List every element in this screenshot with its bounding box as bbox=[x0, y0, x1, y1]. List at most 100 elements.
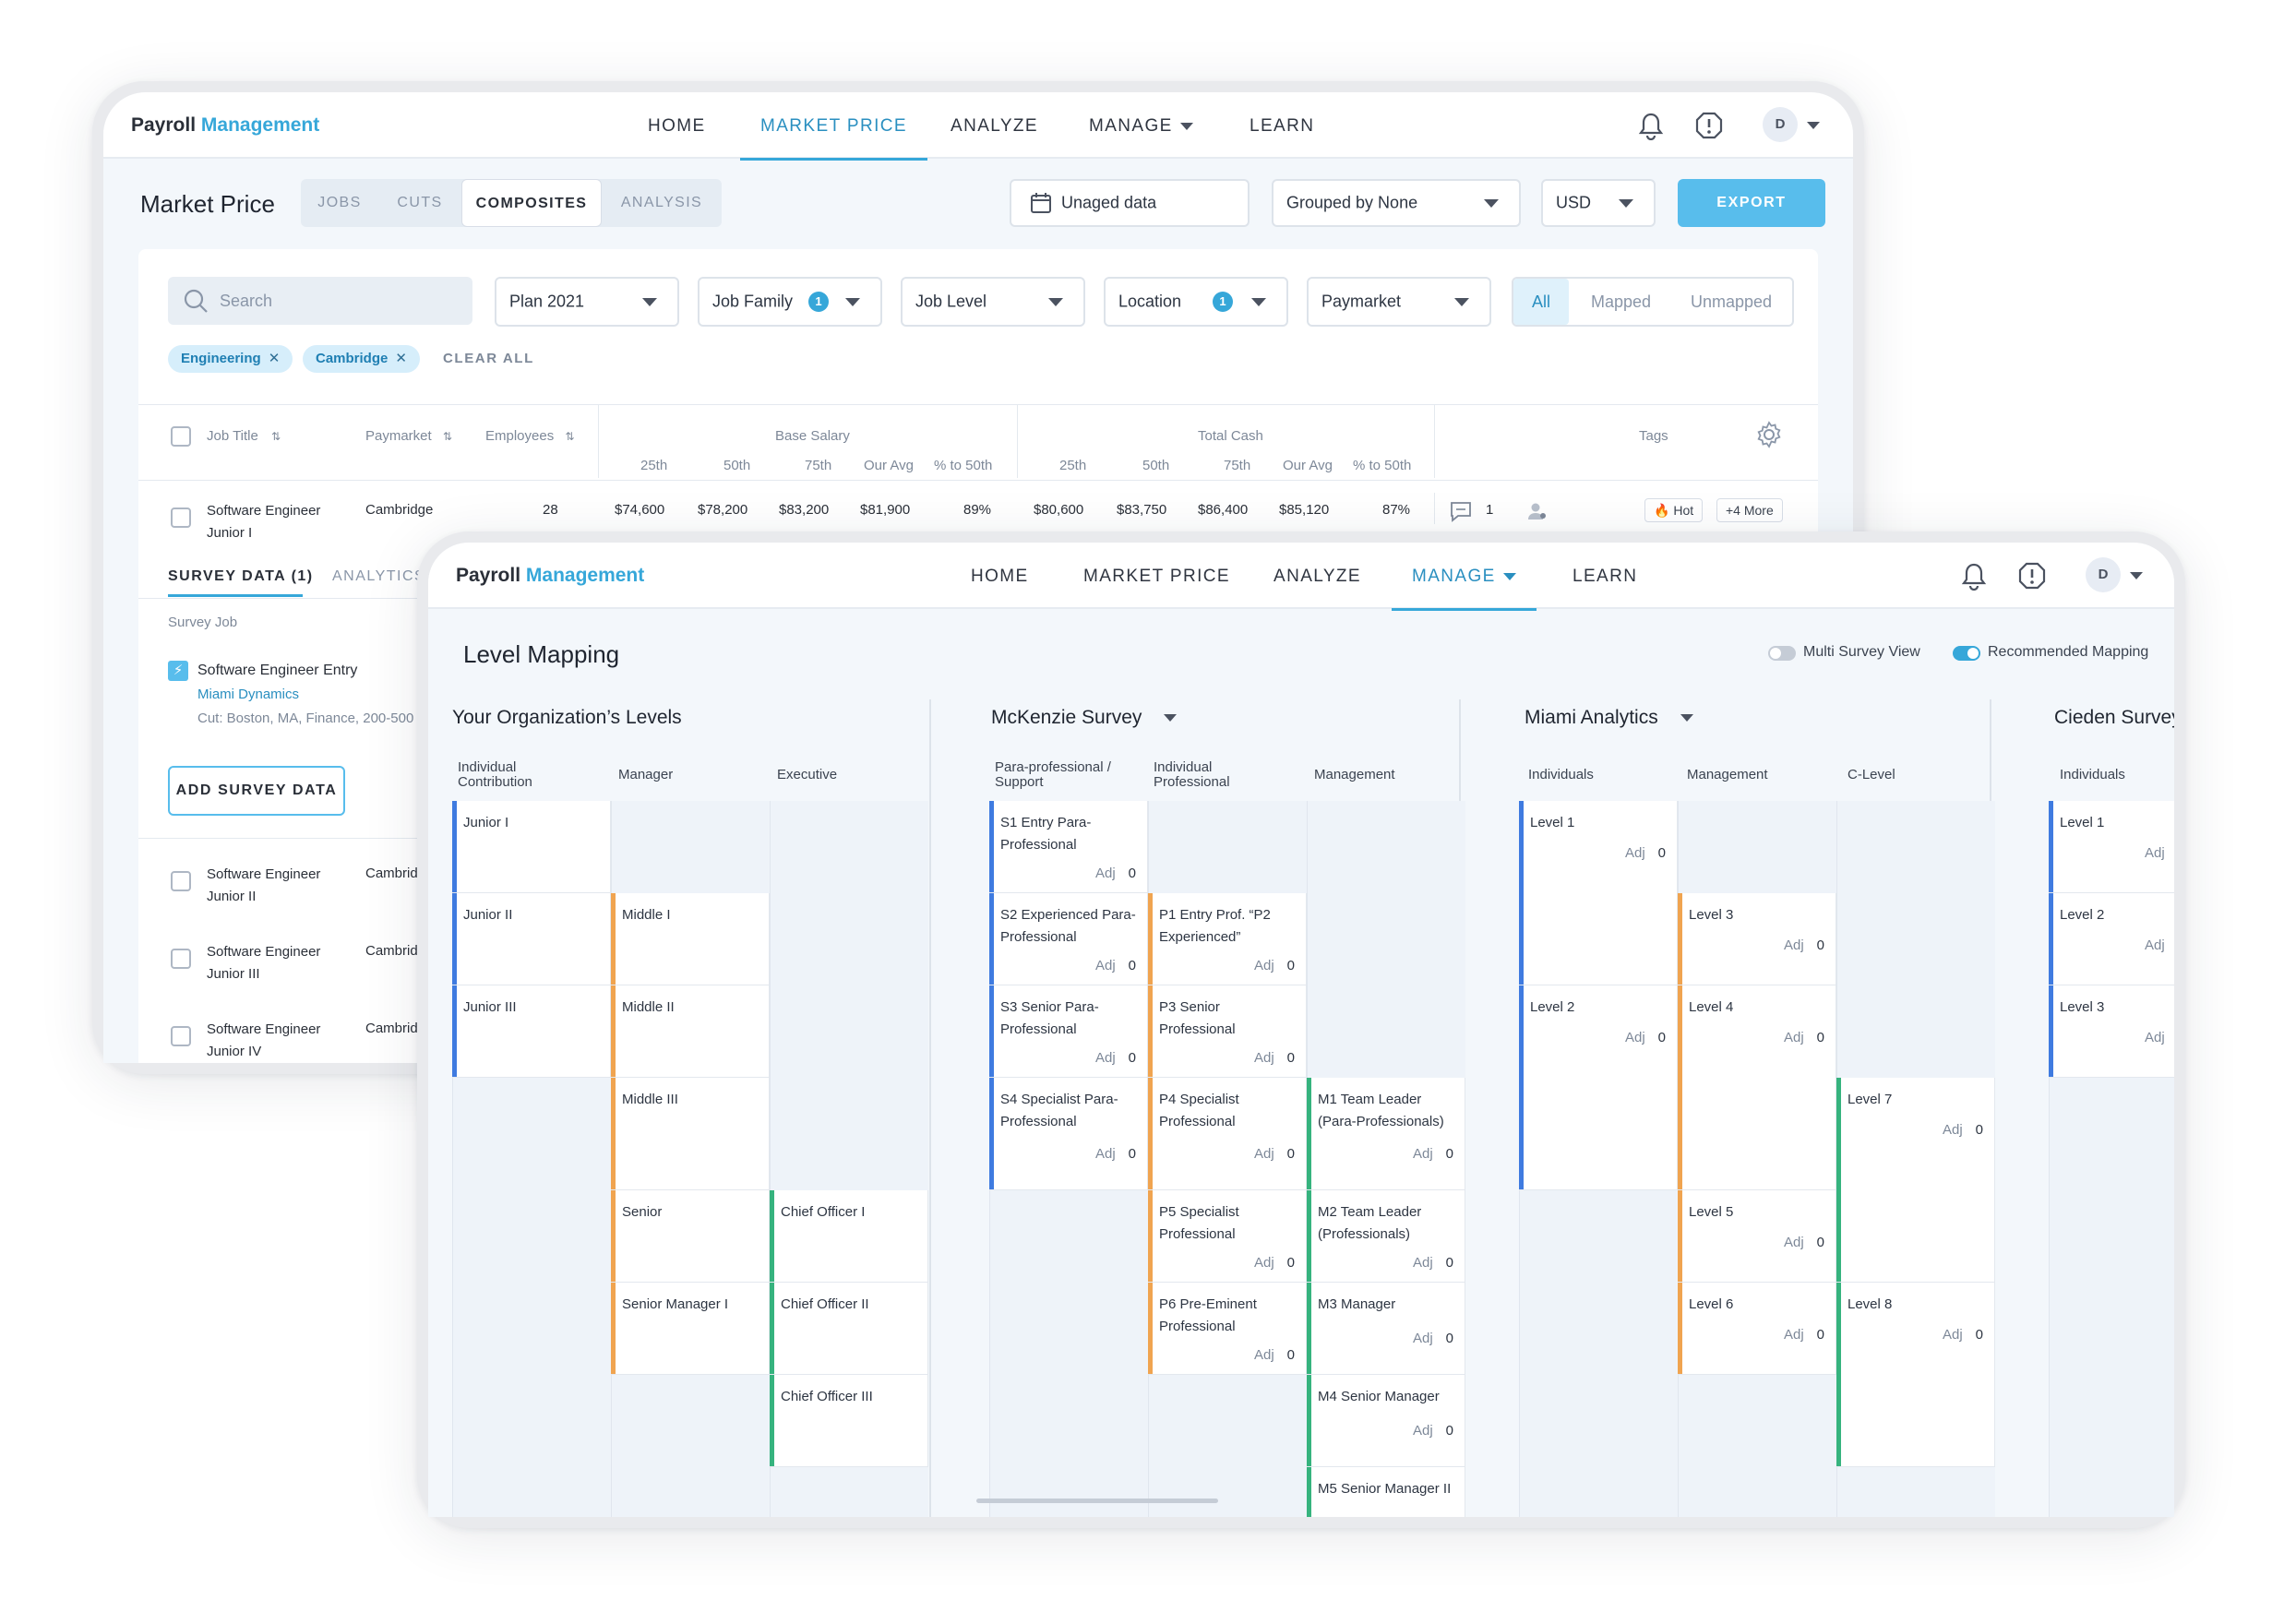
mckenzie-survey-select[interactable]: McKenzie Survey bbox=[991, 707, 1178, 729]
nav-market-price[interactable]: MARKET PRICE bbox=[1083, 567, 1230, 587]
level-card[interactable]: Level 2 Adj bbox=[2049, 893, 2174, 985]
filter-chip-engineering[interactable]: Engineering ✕ bbox=[168, 345, 293, 373]
level-card[interactable]: S2 Experienced Para-Professional Adj 0 bbox=[989, 893, 1148, 985]
level-card[interactable]: Level 4 Adj 0 bbox=[1678, 985, 1836, 1190]
level-card[interactable]: M1 Team Leader (Para-Professionals) Adj 0 bbox=[1307, 1078, 1465, 1190]
col-header-employees[interactable]: Employees ⇅ bbox=[485, 428, 574, 444]
search-input[interactable]: Search bbox=[168, 277, 472, 325]
comment-icon[interactable] bbox=[1449, 500, 1473, 522]
level-card[interactable]: Middle III bbox=[611, 1078, 770, 1190]
segment-all[interactable]: All bbox=[1513, 279, 1569, 325]
chevron-down-icon[interactable] bbox=[1807, 122, 1820, 129]
level-card[interactable]: Chief Officer I bbox=[770, 1190, 928, 1283]
level-card[interactable]: S1 Entry Para-Professional Adj 0 bbox=[989, 801, 1148, 893]
tab-composites[interactable]: COMPOSITES bbox=[461, 179, 602, 227]
adjustment[interactable]: Adj 0 bbox=[1784, 1235, 1824, 1250]
nav-home[interactable]: HOME bbox=[971, 567, 1029, 587]
level-card[interactable]: Middle II bbox=[611, 985, 770, 1078]
row-job-title[interactable]: Software Engineer Junior IV bbox=[207, 1019, 320, 1063]
level-card[interactable]: M2 Team Leader (Professionals) Adj 0 bbox=[1307, 1190, 1465, 1283]
bell-icon[interactable] bbox=[1637, 111, 1665, 140]
level-card[interactable]: Level 3 Adj 0 bbox=[1678, 893, 1836, 985]
nav-market-price[interactable]: MARKET PRICE bbox=[740, 116, 927, 161]
level-card[interactable]: Level 7 Adj 0 bbox=[1836, 1078, 1995, 1283]
level-card[interactable]: Level 1 Adj bbox=[2049, 801, 2174, 893]
close-icon[interactable]: ✕ bbox=[269, 351, 281, 366]
level-card[interactable]: P3 Senior Professional Adj 0 bbox=[1148, 985, 1307, 1078]
select-all-checkbox[interactable] bbox=[171, 426, 191, 447]
adjustment[interactable]: Adj 0 bbox=[1254, 1050, 1295, 1066]
level-card[interactable]: Level 1 Adj 0 bbox=[1519, 801, 1678, 985]
col-header-paymarket[interactable]: Paymarket ⇅ bbox=[365, 428, 452, 444]
location-select[interactable]: Location 1 bbox=[1104, 277, 1288, 327]
level-card[interactable]: P4 Specialist Professional Adj 0 bbox=[1148, 1078, 1307, 1190]
nav-analyze[interactable]: ANALYZE bbox=[1274, 567, 1361, 587]
nav-home[interactable]: HOME bbox=[648, 116, 706, 137]
tag-more[interactable]: +4 More bbox=[1716, 498, 1783, 522]
bell-icon[interactable] bbox=[1960, 561, 1988, 591]
gear-icon[interactable] bbox=[1755, 421, 1783, 448]
adjustment[interactable]: Adj 0 bbox=[1413, 1423, 1453, 1439]
tag-hot[interactable]: 🔥 Hot bbox=[1644, 498, 1704, 522]
tab-analysis[interactable]: ANALYSIS bbox=[602, 179, 722, 227]
adjustment[interactable]: Adj 0 bbox=[1413, 1331, 1453, 1346]
add-survey-data-button[interactable]: ADD SURVEY DATA bbox=[168, 766, 345, 816]
level-card[interactable]: Level 5 Adj 0 bbox=[1678, 1190, 1836, 1283]
group-by-select[interactable]: Grouped by None bbox=[1272, 179, 1521, 227]
level-card[interactable]: Junior II bbox=[452, 893, 611, 985]
row-job-title[interactable]: Software Engineer Junior III bbox=[207, 941, 320, 985]
multi-survey-toggle[interactable] bbox=[1768, 646, 1796, 661]
adjustment[interactable]: Adj 0 bbox=[1413, 1255, 1453, 1271]
nav-manage[interactable]: MANAGE bbox=[1392, 567, 1537, 611]
level-card[interactable]: P6 Pre-Eminent Professional Adj 0 bbox=[1148, 1283, 1307, 1375]
row-checkbox[interactable] bbox=[171, 949, 191, 969]
tab-survey-data[interactable]: SURVEY DATA (1) bbox=[168, 568, 314, 585]
row-job-title[interactable]: Software Engineer Junior II bbox=[207, 864, 320, 908]
job-level-select[interactable]: Job Level bbox=[901, 277, 1085, 327]
level-card[interactable]: Level 3 Adj bbox=[2049, 985, 2174, 1078]
segment-unmapped[interactable]: Unmapped bbox=[1691, 293, 1772, 312]
level-card[interactable]: Chief Officer II bbox=[770, 1283, 928, 1375]
alert-icon[interactable] bbox=[1694, 111, 1724, 140]
level-card[interactable]: Level 8 Adj 0 bbox=[1836, 1283, 1995, 1467]
adjustment[interactable]: Adj 0 bbox=[1095, 958, 1136, 973]
level-card[interactable]: Junior III bbox=[452, 985, 611, 1078]
segment-mapped[interactable]: Mapped bbox=[1591, 293, 1651, 312]
row-checkbox[interactable] bbox=[171, 871, 191, 891]
nav-learn[interactable]: LEARN bbox=[1250, 116, 1314, 137]
adjustment[interactable]: Adj 0 bbox=[1254, 958, 1295, 973]
chevron-down-icon[interactable] bbox=[2130, 572, 2143, 579]
adjustment[interactable]: Adj bbox=[2145, 937, 2165, 953]
avatar[interactable]: D bbox=[1763, 107, 1798, 142]
close-icon[interactable]: ✕ bbox=[395, 351, 407, 366]
col-header-job-title[interactable]: Job Title ⇅ bbox=[207, 428, 281, 444]
nav-manage[interactable]: MANAGE bbox=[1089, 116, 1193, 137]
level-card[interactable]: S4 Specialist Para-Professional Adj 0 bbox=[989, 1078, 1148, 1190]
adjustment[interactable]: Adj 0 bbox=[1784, 1030, 1824, 1045]
level-card[interactable]: S3 Senior Para-Professional Adj 0 bbox=[989, 985, 1148, 1078]
adjustment[interactable]: Adj 0 bbox=[1943, 1327, 1983, 1343]
adjustment[interactable]: Adj 0 bbox=[1625, 845, 1666, 861]
adjustment[interactable]: Adj 0 bbox=[1413, 1146, 1453, 1162]
adjustment[interactable]: Adj 0 bbox=[1943, 1122, 1983, 1138]
tab-jobs[interactable]: JOBS bbox=[301, 179, 378, 227]
level-card[interactable]: Middle I bbox=[611, 893, 770, 985]
paymarket-select[interactable]: Paymarket bbox=[1307, 277, 1491, 327]
currency-select[interactable]: USD bbox=[1541, 179, 1656, 227]
level-card[interactable]: Level 6 Adj 0 bbox=[1678, 1283, 1836, 1375]
row-job-title[interactable]: Software Engineer Junior I bbox=[207, 500, 320, 544]
level-card[interactable]: P1 Entry Prof. “P2 Experienced” Adj 0 bbox=[1148, 893, 1307, 985]
filter-chip-cambridge[interactable]: Cambridge ✕ bbox=[303, 345, 420, 373]
level-card[interactable]: Level 2 Adj 0 bbox=[1519, 985, 1678, 1190]
adjustment[interactable]: Adj 0 bbox=[1095, 1146, 1136, 1162]
row-checkbox[interactable] bbox=[171, 508, 191, 528]
level-card[interactable]: Senior bbox=[611, 1190, 770, 1283]
adjustment[interactable]: Adj 0 bbox=[1254, 1347, 1295, 1363]
plan-select[interactable]: Plan 2021 bbox=[495, 277, 679, 327]
level-card[interactable]: Senior Manager I bbox=[611, 1283, 770, 1375]
user-icon[interactable] bbox=[1526, 500, 1549, 522]
adjustment[interactable]: Adj 0 bbox=[1095, 866, 1136, 881]
row-checkbox[interactable] bbox=[171, 1026, 191, 1046]
clear-all-link[interactable]: CLEAR ALL bbox=[443, 351, 534, 366]
horizontal-scrollbar[interactable] bbox=[976, 1499, 1218, 1503]
